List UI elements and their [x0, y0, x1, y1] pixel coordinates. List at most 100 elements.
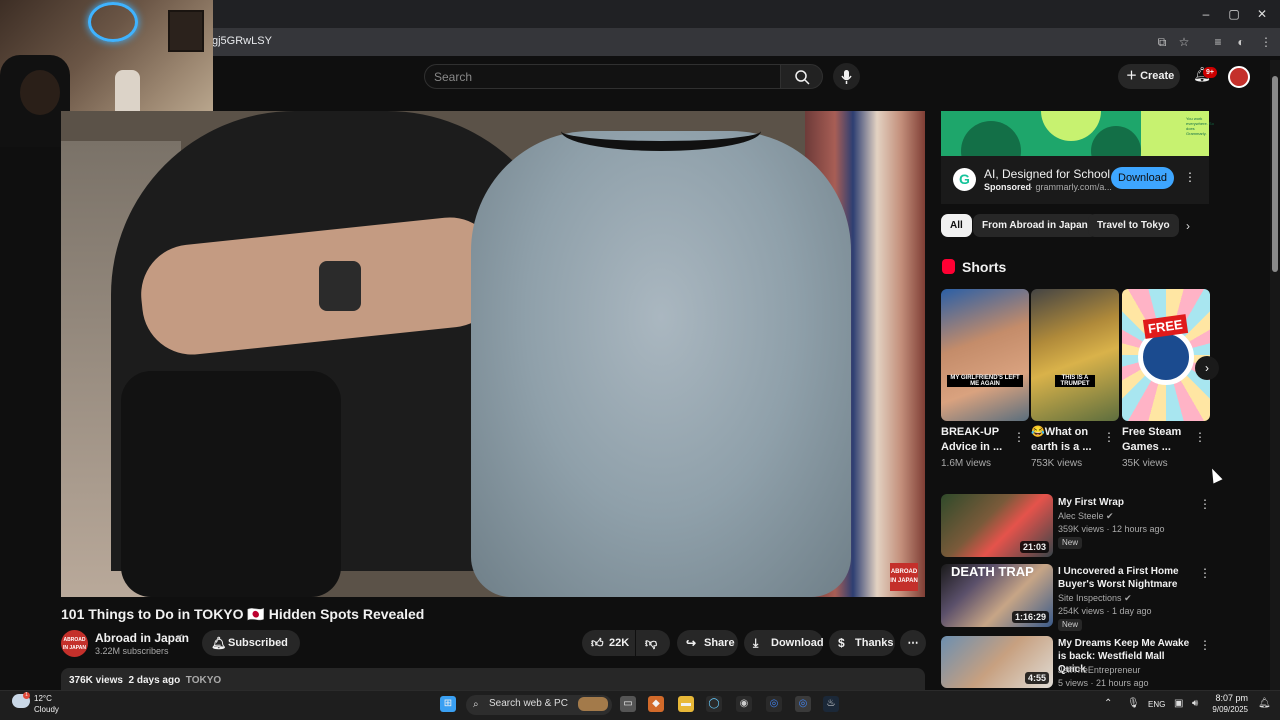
- chip-from-channel[interactable]: From Abroad in Japan: [973, 214, 1097, 237]
- thumbnail-text: DEATH TRAP: [951, 564, 1034, 579]
- account-avatar[interactable]: [1228, 66, 1250, 88]
- chrome-active-icon[interactable]: ◎: [795, 696, 811, 712]
- ad-menu-icon[interactable]: ⋮: [1184, 170, 1196, 184]
- rec-menu-icon[interactable]: ⋮: [1199, 566, 1211, 580]
- fluffy-cardigan: [471, 131, 851, 597]
- rec-video-title[interactable]: I Uncovered a First Home Buyer's Worst N…: [1058, 565, 1193, 591]
- share-button[interactable]: ↪ Share: [677, 630, 738, 656]
- shorts-heading: Shorts: [962, 259, 1007, 275]
- hanger: [561, 111, 761, 151]
- minimize-icon[interactable]: –: [1198, 6, 1214, 22]
- microphone-icon: [841, 70, 852, 84]
- like-button[interactable]: 👍︎ 22K: [582, 630, 635, 656]
- taskbar-date[interactable]: 9/09/2025: [1202, 705, 1248, 714]
- rec-channel-name[interactable]: Alec Steele ✔: [1058, 511, 1114, 522]
- shorts-next-button[interactable]: ›: [1195, 356, 1219, 380]
- neon-sign: [88, 2, 138, 42]
- chrome-icon[interactable]: ◎: [766, 696, 782, 712]
- taskbar-time[interactable]: 8:07 pm: [1208, 693, 1248, 703]
- steam-icon[interactable]: ♨: [823, 696, 839, 712]
- chrome-menu-icon[interactable]: ⋮: [1258, 34, 1274, 50]
- rec-channel-name[interactable]: JeffTheEntrepreneur: [1058, 665, 1140, 675]
- notification-center-icon[interactable]: 🔔︎: [1258, 698, 1271, 709]
- channel-avatar[interactable]: ABROAD IN JAPAN: [61, 630, 88, 657]
- rec-channel-label: Site Inspections: [1058, 593, 1122, 603]
- taskbar-search-label: Search web & PC: [489, 698, 568, 709]
- short-thumbnail[interactable]: THIS IS A TRUMPET: [1031, 289, 1119, 421]
- scrollbar-thumb[interactable]: [1272, 76, 1278, 272]
- thanks-button[interactable]: $ Thanks: [829, 630, 895, 656]
- video-thumbnail[interactable]: 21:03: [941, 494, 1053, 557]
- description-meta: 376K views 2 days ago TOKYO: [69, 675, 221, 686]
- video-duration: 4:55: [1024, 672, 1049, 684]
- upload-date: 2 days ago: [128, 675, 181, 686]
- search-highlight-image: [578, 697, 608, 711]
- short-title[interactable]: 😂What on earth is a ...: [1031, 425, 1103, 455]
- install-app-icon[interactable]: ⧉: [1154, 34, 1170, 50]
- weather-alert-badge: 1: [23, 692, 30, 699]
- short-thumbnail[interactable]: FREE: [1122, 289, 1210, 421]
- search-button[interactable]: [780, 64, 823, 89]
- search-placeholder: Search: [434, 70, 473, 84]
- tray-overflow-icon[interactable]: ⌃: [1104, 698, 1112, 709]
- network-icon[interactable]: ▣: [1174, 698, 1183, 709]
- video-player[interactable]: ABROAD IN JAPAN: [61, 111, 925, 597]
- short-title[interactable]: Free Steam Games ...: [1122, 425, 1194, 455]
- streamer-head: [20, 70, 60, 115]
- ad-title[interactable]: AI, Designed for School: [984, 167, 1110, 181]
- chip-travel-tokyo[interactable]: Travel to Tokyo: [1088, 214, 1179, 237]
- channel-name[interactable]: Abroad in Japan: [95, 631, 189, 645]
- view-count: 376K views: [69, 675, 123, 686]
- rec-menu-icon[interactable]: ⋮: [1199, 497, 1211, 511]
- short-menu-icon[interactable]: ⋮: [1103, 430, 1115, 444]
- url-text[interactable]: gj5GRwLSY: [212, 35, 272, 47]
- obs-icon[interactable]: ◉: [736, 696, 752, 712]
- microphone-tray-icon[interactable]: 🎙︎: [1127, 698, 1140, 709]
- ad-banner[interactable]: [941, 111, 1209, 156]
- weather-temperature[interactable]: 12°C: [34, 694, 52, 703]
- cortana-icon[interactable]: ◯: [706, 696, 722, 712]
- video-thumbnail[interactable]: DEATH TRAP 1:16:29: [941, 564, 1053, 627]
- short-caption: THIS IS A TRUMPET: [1055, 375, 1095, 387]
- rec-menu-icon[interactable]: ⋮: [1199, 638, 1211, 652]
- short-menu-icon[interactable]: ⋮: [1013, 430, 1025, 444]
- chevron-right-icon[interactable]: ›: [1186, 219, 1190, 233]
- smartwatch: [319, 261, 361, 311]
- voice-search-button[interactable]: [833, 63, 860, 90]
- share-label: Share: [704, 637, 735, 649]
- brave-browser-icon[interactable]: ◆: [648, 696, 664, 712]
- thanks-label: Thanks: [855, 637, 894, 649]
- hashtag[interactable]: TOKYO: [186, 675, 221, 686]
- dislike-button[interactable]: 👎︎: [636, 630, 670, 656]
- bookmark-star-icon[interactable]: ☆: [1176, 34, 1192, 50]
- video-thumbnail[interactable]: 4:55: [941, 636, 1053, 688]
- create-button[interactable]: ＋ Create: [1118, 64, 1180, 89]
- close-icon[interactable]: ✕: [1254, 6, 1270, 22]
- profile-icon[interactable]: ◐: [1233, 34, 1249, 50]
- more-actions-button[interactable]: ⋯: [900, 630, 926, 656]
- task-view-icon[interactable]: ▭: [620, 696, 636, 712]
- verified-icon: ✔: [176, 632, 184, 642]
- maximize-icon[interactable]: ▢: [1226, 6, 1242, 22]
- rec-channel-name[interactable]: Site Inspections ✔: [1058, 593, 1132, 604]
- chip-all[interactable]: All: [941, 214, 972, 237]
- rec-channel-label: Alec Steele: [1058, 511, 1104, 521]
- windows-start-icon[interactable]: ⊞: [440, 696, 456, 712]
- file-explorer-icon[interactable]: ▬: [678, 696, 694, 712]
- download-button[interactable]: ⤓ Download: [744, 630, 824, 656]
- short-thumbnail[interactable]: MY GIRLFRIEND'S LEFT ME AGAIN: [941, 289, 1029, 421]
- volume-icon[interactable]: 🔊︎: [1192, 698, 1198, 709]
- rec-video-title[interactable]: My First Wrap: [1058, 496, 1193, 509]
- short-menu-icon[interactable]: ⋮: [1194, 430, 1206, 444]
- language-indicator[interactable]: ENG: [1148, 700, 1165, 709]
- subscribed-button[interactable]: 🔔︎Subscribed ⌄: [202, 630, 300, 675]
- reading-list-icon[interactable]: ≡: [1210, 34, 1226, 50]
- shoulder-bag: [121, 371, 341, 597]
- short-title[interactable]: BREAK-UP Advice in ...: [941, 425, 1013, 455]
- channel-watermark[interactable]: ABROAD IN JAPAN: [890, 563, 918, 591]
- search-input[interactable]: [424, 64, 781, 89]
- download-label: Download: [771, 637, 824, 649]
- weather-description[interactable]: Cloudy: [34, 705, 59, 714]
- ad-download-button[interactable]: Download: [1111, 167, 1174, 189]
- new-badge: New: [1058, 619, 1083, 631]
